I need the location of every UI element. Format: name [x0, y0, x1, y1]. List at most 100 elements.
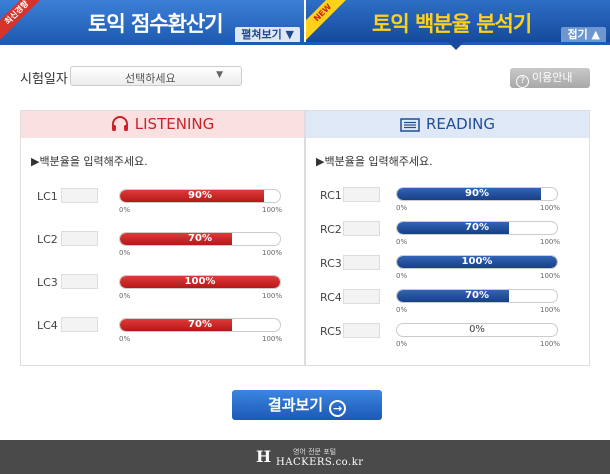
percentile-input[interactable]	[61, 188, 98, 203]
bar-max-label: 100%	[262, 206, 283, 214]
percentile-value: 0%	[469, 324, 485, 335]
percentile-bar[interactable]: 90%	[396, 187, 558, 201]
reading-instruction: ▶백분율을 입력해주세요.	[316, 155, 433, 168]
view-results-label: 결과보기	[267, 396, 324, 414]
bar-min-label: 0%	[119, 292, 131, 300]
corner-badge-text: NEW	[306, 0, 348, 40]
section-label: RC4	[320, 291, 342, 304]
percentile-value: 90%	[465, 188, 489, 199]
exam-date-label: 시험일자	[20, 72, 68, 87]
section-label: LC1	[37, 190, 58, 203]
percentile-row: LC2 70% 0% 100%	[21, 231, 304, 261]
hackers-logo-subtitle: 영어 전문 포털	[293, 448, 337, 456]
section-label: LC4	[37, 319, 58, 332]
percentile-value: 70%	[465, 290, 489, 301]
collapse-button[interactable]: 접기 ▲	[561, 27, 606, 43]
listening-title: LISTENING	[134, 115, 215, 133]
percentile-row: RC5 0% 0% 100%	[306, 323, 589, 353]
percentile-bar[interactable]: 70%	[119, 318, 281, 332]
section-label: LC2	[37, 233, 58, 246]
percentile-value: 100%	[461, 256, 493, 267]
percentile-input[interactable]	[343, 187, 380, 202]
exam-date-select-value: 선택하세요	[125, 72, 176, 85]
header: 최신경향 토익 점수환산기 펼쳐보기 ▼ NEW 토익 백분율 분석기 접기 ▲	[0, 0, 610, 50]
corner-badge-new: NEW	[306, 0, 348, 42]
bar-max-label: 100%	[540, 204, 561, 212]
percentile-bar[interactable]: 100%	[119, 275, 281, 289]
percentile-bar[interactable]: 70%	[119, 232, 281, 246]
arrow-circle-right-icon: →	[329, 400, 347, 417]
percentile-bar[interactable]: 100%	[396, 255, 558, 269]
bar-min-label: 0%	[119, 249, 131, 257]
bar-min-label: 0%	[396, 204, 408, 212]
percentile-bar[interactable]: 90%	[119, 189, 281, 203]
bar-min-label: 0%	[396, 272, 408, 280]
reading-title: READING	[426, 115, 495, 133]
bar-max-label: 100%	[540, 272, 561, 280]
listening-panel-header: LISTENING	[21, 111, 304, 138]
active-tab-pointer	[448, 42, 464, 50]
percentile-bar[interactable]: 70%	[396, 289, 558, 303]
hackers-logo-mark: H	[256, 447, 272, 466]
percentile-row: LC3 100% 0% 100%	[21, 274, 304, 304]
section-label: LC3	[37, 276, 58, 289]
bar-min-label: 0%	[119, 206, 131, 214]
percentile-value: 70%	[465, 222, 489, 233]
bar-max-label: 100%	[262, 292, 283, 300]
percentile-input[interactable]	[61, 231, 98, 246]
hackers-logo-text: HACKERS.co.kr	[276, 457, 364, 468]
tab-percentile-analyzer[interactable]: NEW 토익 백분율 분석기 접기 ▲	[306, 0, 610, 43]
bar-max-label: 100%	[540, 340, 561, 348]
percentile-bar[interactable]: 0%	[396, 323, 558, 337]
listening-panel: LISTENING ▶백분율을 입력해주세요. LC1 90% 0% 100% LC2 7…	[20, 110, 305, 366]
bar-min-label: 0%	[119, 335, 131, 343]
corner-badge-text: 최신경향	[0, 0, 42, 40]
usage-guide-button[interactable]: ? 이용안내	[510, 68, 590, 88]
corner-badge-latest: 최신경향	[0, 0, 42, 42]
percentile-row: RC2 70% 0% 100%	[306, 221, 589, 251]
reading-panel: READING ▶백분율을 입력해주세요. RC1 90% 0% 100% RC2 70%…	[305, 110, 590, 366]
expand-button[interactable]: 펼쳐보기 ▼	[235, 27, 300, 43]
exam-date-select[interactable]: 선택하세요 ▼	[70, 66, 242, 86]
reading-panel-header: READING	[306, 111, 589, 138]
tab-title-percentile-analyzer: 토익 백분율 분석기	[372, 12, 532, 36]
percentile-row: RC1 90% 0% 100%	[306, 187, 589, 217]
percentile-row: LC1 90% 0% 100%	[21, 188, 304, 218]
bar-min-label: 0%	[396, 238, 408, 246]
section-label: RC2	[320, 223, 342, 236]
headphones-icon	[111, 114, 129, 141]
footer: H 영어 전문 포털 HACKERS.co.kr	[0, 440, 610, 474]
percentile-bar[interactable]: 70%	[396, 221, 558, 235]
chevron-down-icon: ▼	[216, 70, 223, 80]
section-label: RC5	[320, 325, 342, 338]
book-icon	[400, 114, 420, 141]
view-results-button[interactable]: 결과보기 →	[232, 390, 382, 420]
usage-guide-label: 이용안내	[532, 71, 573, 84]
bar-max-label: 100%	[262, 249, 283, 257]
listening-instruction: ▶백분율을 입력해주세요.	[31, 155, 148, 168]
bar-min-label: 0%	[396, 340, 408, 348]
percentile-value: 100%	[184, 276, 216, 287]
section-label: RC3	[320, 257, 342, 270]
percentile-input[interactable]	[61, 274, 98, 289]
header-divider	[0, 42, 610, 45]
section-label: RC1	[320, 189, 342, 202]
percentile-value: 70%	[188, 319, 212, 330]
percentile-row: RC3 100% 0% 100%	[306, 255, 589, 285]
bar-max-label: 100%	[540, 238, 561, 246]
question-circle-icon: ?	[516, 75, 529, 88]
percentile-value: 70%	[188, 233, 212, 244]
bar-min-label: 0%	[396, 306, 408, 314]
percentile-input[interactable]	[61, 317, 98, 332]
percentile-input[interactable]	[343, 289, 380, 304]
percentile-row: LC4 70% 0% 100%	[21, 317, 304, 347]
percentile-value: 90%	[188, 190, 212, 201]
percentile-input[interactable]	[343, 255, 380, 270]
tab-title-score-converter: 토익 점수환산기	[88, 12, 224, 36]
percentile-input[interactable]	[343, 323, 380, 338]
bar-max-label: 100%	[262, 335, 283, 343]
percentile-input[interactable]	[343, 221, 380, 236]
percentile-row: RC4 70% 0% 100%	[306, 289, 589, 319]
tab-score-converter[interactable]: 최신경향 토익 점수환산기 펼쳐보기 ▼	[0, 0, 304, 43]
bar-max-label: 100%	[540, 306, 561, 314]
